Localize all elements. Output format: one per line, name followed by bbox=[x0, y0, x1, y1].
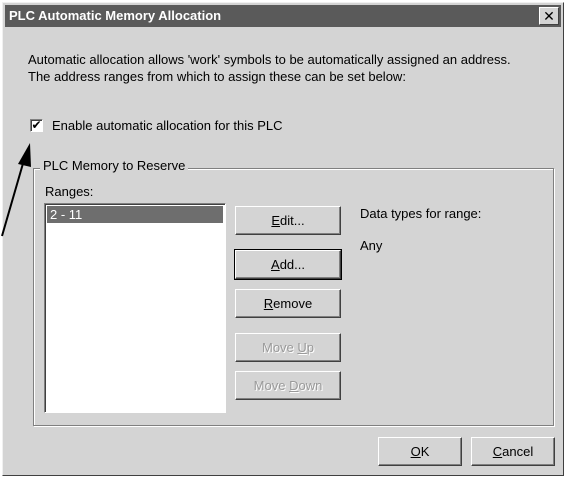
remove-button[interactable]: Remove bbox=[235, 289, 341, 318]
cancel-button[interactable]: Cancel bbox=[471, 437, 555, 466]
enable-allocation-checkbox[interactable]: ✔ bbox=[30, 119, 43, 132]
move-up-button[interactable]: Move Up bbox=[235, 333, 341, 362]
close-button[interactable]: ✕ bbox=[539, 7, 559, 25]
arrow-pointer-icon bbox=[1, 143, 31, 237]
checkmark-icon: ✔ bbox=[31, 118, 42, 132]
intro-text: Automatic allocation allows 'work' symbo… bbox=[28, 51, 548, 85]
enable-allocation-label[interactable]: Enable automatic allocation for this PLC bbox=[52, 118, 283, 133]
data-types-label: Data types for range: bbox=[360, 206, 482, 221]
intro-line-2: The address ranges from which to assign … bbox=[28, 69, 406, 84]
close-icon: ✕ bbox=[543, 8, 555, 24]
ok-button[interactable]: OK bbox=[378, 437, 462, 466]
group-title: PLC Memory to Reserve bbox=[40, 158, 189, 173]
data-types-value: Any bbox=[360, 238, 383, 253]
window-title: PLC Automatic Memory Allocation bbox=[9, 8, 222, 23]
list-item[interactable]: 2 - 11 bbox=[47, 206, 223, 223]
add-button[interactable]: Add... bbox=[234, 249, 342, 280]
intro-line-1: Automatic allocation allows 'work' symbo… bbox=[28, 52, 511, 67]
ranges-listbox[interactable]: 2 - 11 bbox=[44, 203, 226, 413]
edit-button[interactable]: Edit... bbox=[235, 206, 341, 235]
move-down-button[interactable]: Move Down bbox=[235, 371, 341, 400]
title-bar[interactable]: PLC Automatic Memory Allocation ✕ bbox=[5, 5, 561, 27]
ranges-label: Ranges: bbox=[45, 184, 94, 199]
